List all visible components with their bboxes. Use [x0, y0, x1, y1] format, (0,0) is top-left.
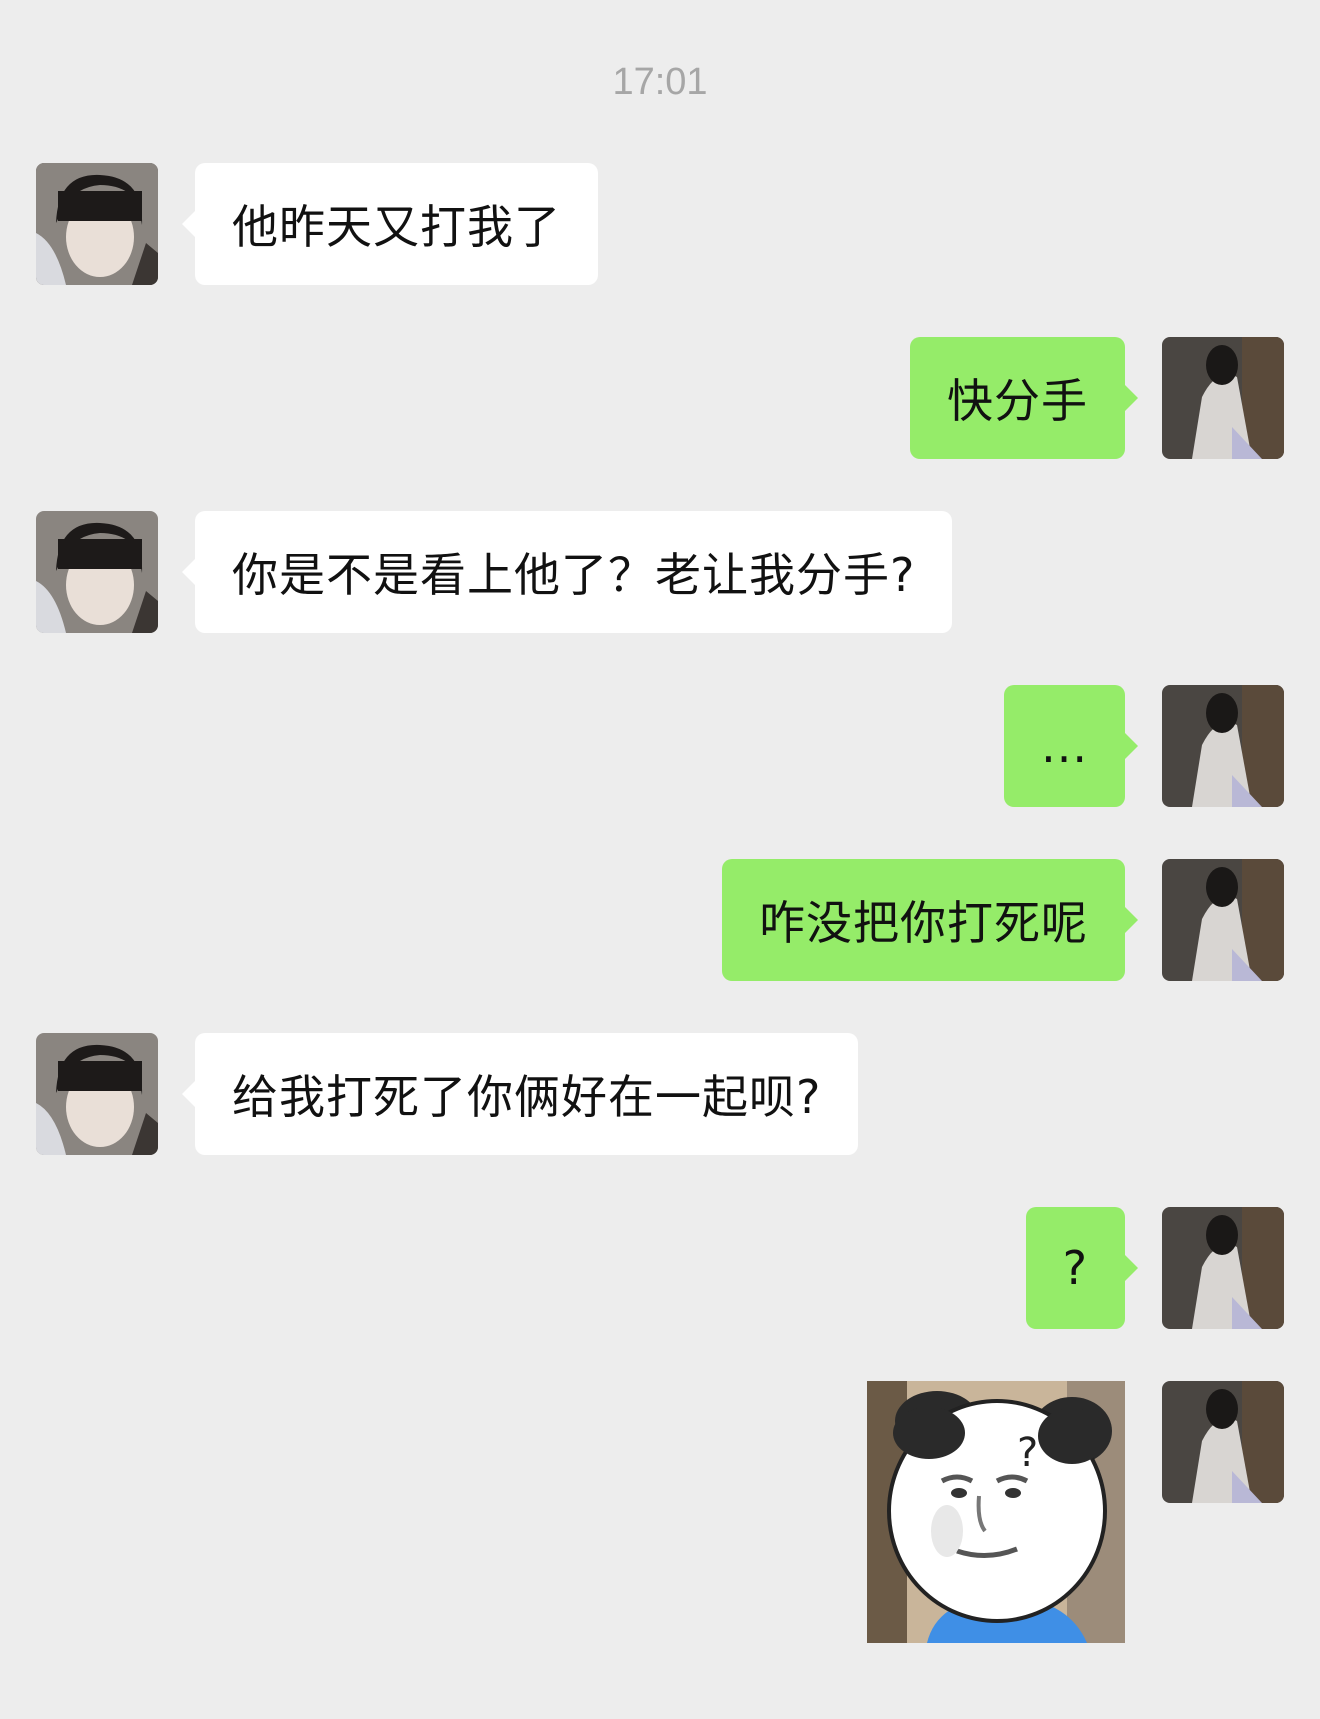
panda-meme-question-sticker-icon: ? [867, 1381, 1125, 1643]
my-avatar[interactable] [1162, 337, 1284, 459]
message-bubble-incoming[interactable]: 你是不是看上他了？老让我分手? [181, 511, 953, 633]
message-text: 快分手 [947, 374, 1088, 428]
my-avatar-image [1162, 685, 1284, 807]
message-text: 给我打死了你俩好在一起呗? [232, 1070, 822, 1124]
contact-avatar-image [36, 511, 158, 633]
contact-avatar-image [36, 1033, 158, 1155]
message-text: 咋没把你打死呢 [759, 896, 1088, 950]
my-avatar-image [1162, 859, 1284, 981]
my-avatar[interactable] [1162, 859, 1284, 981]
contact-avatar[interactable] [36, 511, 158, 633]
message-bubble-outgoing[interactable]: ... [1004, 685, 1138, 807]
message-bubble-outgoing[interactable]: ? [1025, 1207, 1139, 1329]
sticker-question-mark: ? [1017, 1430, 1038, 1476]
my-avatar-image [1162, 1381, 1284, 1503]
message-text: 他昨天又打我了 [232, 200, 561, 254]
message-text: ... [1041, 719, 1088, 773]
message-text: ? [1062, 1241, 1088, 1295]
message-bubble-outgoing[interactable]: 快分手 [910, 337, 1138, 459]
contact-avatar[interactable] [36, 163, 158, 285]
sticker-message[interactable]: ? [867, 1381, 1125, 1643]
message-bubble-incoming[interactable]: 给我打死了你俩好在一起呗? [181, 1033, 859, 1155]
my-avatar[interactable] [1162, 1207, 1284, 1329]
message-text: 你是不是看上他了？老让我分手? [232, 548, 916, 602]
contact-avatar-image [36, 163, 158, 285]
contact-avatar[interactable] [36, 1033, 158, 1155]
my-avatar[interactable] [1162, 685, 1284, 807]
my-avatar-image [1162, 337, 1284, 459]
message-bubble-outgoing[interactable]: 咋没把你打死呢 [722, 859, 1138, 981]
my-avatar[interactable] [1162, 1381, 1284, 1503]
message-bubble-incoming[interactable]: 他昨天又打我了 [182, 163, 598, 285]
my-avatar-image [1162, 1207, 1284, 1329]
chat-timestamp: 17:01 [612, 61, 708, 103]
